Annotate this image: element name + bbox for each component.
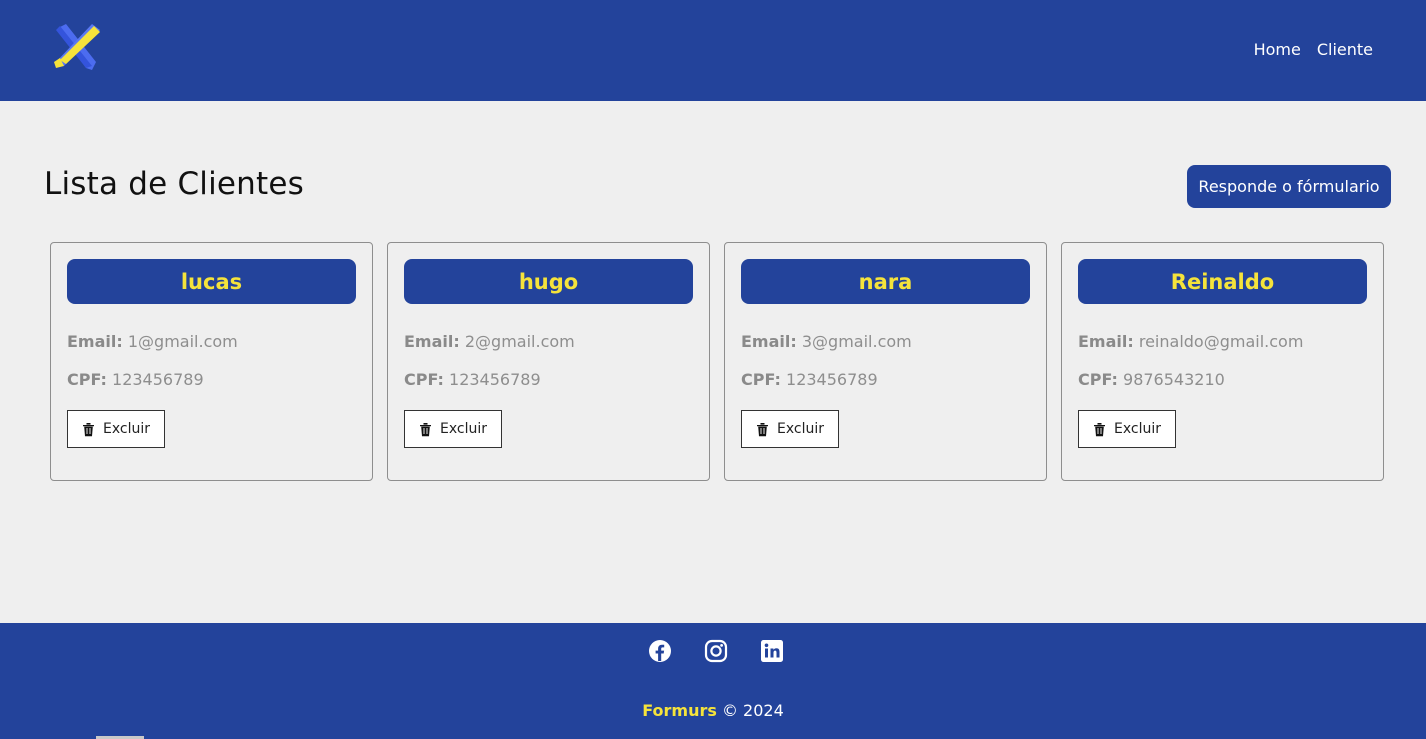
delete-button[interactable]: Excluir — [404, 410, 502, 448]
instagram-icon[interactable] — [704, 639, 728, 663]
delete-button[interactable]: Excluir — [741, 410, 839, 448]
email-value: 1@gmail.com — [127, 332, 238, 351]
client-email: Email: 1@gmail.com — [67, 332, 238, 351]
email-value: 3@gmail.com — [801, 332, 912, 351]
client-name: lucas — [67, 259, 356, 304]
copyright-text: © 2024 — [716, 701, 784, 720]
cpf-value: 9876543210 — [1123, 370, 1225, 389]
client-email: Email: 2@gmail.com — [404, 332, 575, 351]
email-label: Email: — [741, 332, 797, 351]
social-links — [648, 639, 784, 663]
client-card: hugo Email: 2@gmail.com CPF: 123456789 E… — [387, 242, 710, 481]
header: Home Cliente — [0, 0, 1426, 101]
email-label: Email: — [67, 332, 123, 351]
facebook-icon[interactable] — [648, 639, 672, 663]
main-nav: Home Cliente — [1254, 40, 1373, 59]
brand-name: Formurs — [642, 701, 717, 720]
email-value: reinaldo@gmail.com — [1138, 332, 1304, 351]
client-email: Email: reinaldo@gmail.com — [1078, 332, 1303, 351]
copyright: Formurs © 2024 — [0, 701, 1426, 720]
cpf-label: CPF: — [67, 370, 107, 389]
nav-home-link[interactable]: Home — [1254, 40, 1301, 59]
delete-button[interactable]: Excluir — [67, 410, 165, 448]
trash-icon — [757, 422, 768, 436]
cpf-label: CPF: — [404, 370, 444, 389]
cpf-value: 123456789 — [449, 370, 541, 389]
linkedin-icon[interactable] — [760, 639, 784, 663]
client-cpf: CPF: 123456789 — [741, 370, 878, 389]
delete-button[interactable]: Excluir — [1078, 410, 1176, 448]
client-cpf: CPF: 123456789 — [67, 370, 204, 389]
trash-icon — [83, 422, 94, 436]
client-card: Reinaldo Email: reinaldo@gmail.com CPF: … — [1061, 242, 1384, 481]
footer: Formurs © 2024 — [0, 623, 1426, 739]
logo-icon[interactable] — [50, 22, 104, 72]
delete-label: Excluir — [1114, 421, 1161, 437]
client-card: lucas Email: 1@gmail.com CPF: 123456789 … — [50, 242, 373, 481]
delete-label: Excluir — [777, 421, 824, 437]
email-value: 2@gmail.com — [464, 332, 575, 351]
delete-label: Excluir — [103, 421, 150, 437]
form-button[interactable]: Responde o fórmulario — [1187, 165, 1391, 208]
client-card: nara Email: 3@gmail.com CPF: 123456789 E… — [724, 242, 1047, 481]
client-email: Email: 3@gmail.com — [741, 332, 912, 351]
client-name: nara — [741, 259, 1030, 304]
trash-icon — [1094, 422, 1105, 436]
client-name: Reinaldo — [1078, 259, 1367, 304]
delete-label: Excluir — [440, 421, 487, 437]
page-title: Lista de Clientes — [44, 166, 305, 202]
client-cpf: CPF: 123456789 — [404, 370, 541, 389]
cpf-label: CPF: — [741, 370, 781, 389]
email-label: Email: — [404, 332, 460, 351]
email-label: Email: — [1078, 332, 1134, 351]
cpf-value: 123456789 — [786, 370, 878, 389]
client-cpf: CPF: 9876543210 — [1078, 370, 1225, 389]
trash-icon — [420, 422, 431, 436]
cpf-label: CPF: — [1078, 370, 1118, 389]
nav-cliente-link[interactable]: Cliente — [1317, 40, 1373, 59]
client-name: hugo — [404, 259, 693, 304]
cpf-value: 123456789 — [112, 370, 204, 389]
client-list: lucas Email: 1@gmail.com CPF: 123456789 … — [50, 242, 1384, 481]
